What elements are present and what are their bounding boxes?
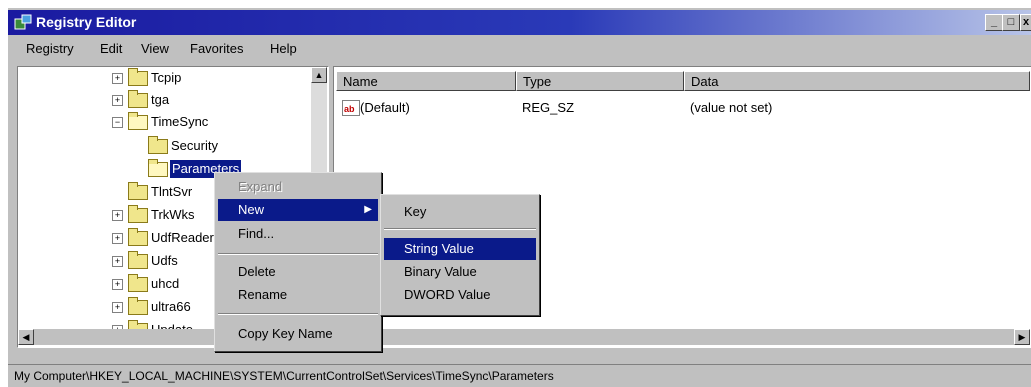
collapse-icon[interactable]: −: [112, 117, 123, 128]
registry-editor-icon: [14, 14, 32, 30]
submenu-item-string-value[interactable]: String Value: [384, 238, 536, 260]
expand-icon[interactable]: +: [112, 302, 123, 313]
open-folder-icon: [148, 159, 168, 177]
menu-item-delete[interactable]: Delete: [218, 261, 378, 283]
scroll-left-arrow-icon[interactable]: ◀: [18, 329, 34, 345]
menu-edit[interactable]: Edit: [100, 41, 122, 56]
menu-item-copy-key-name[interactable]: Copy Key Name: [218, 323, 378, 345]
tree-item-label: TlntSvr: [151, 184, 193, 199]
folder-icon: [128, 205, 148, 223]
column-header-name[interactable]: Name: [336, 71, 516, 91]
list-horizontal-scrollbar[interactable]: ◀ ▶: [334, 329, 1030, 345]
title-bar[interactable]: Registry Editor _ □ x: [8, 10, 1031, 35]
string-value-icon: ab: [342, 100, 360, 116]
tree-item-label: Udfs: [151, 253, 178, 268]
tree-item-tga[interactable]: + tga: [18, 89, 318, 111]
menu-item-new[interactable]: New ▶: [218, 199, 378, 221]
folder-icon: [128, 90, 148, 108]
expand-icon[interactable]: +: [112, 95, 123, 106]
value-row[interactable]: ab (Default) REG_SZ (value not set): [336, 97, 1026, 119]
tree-item-label: Security: [171, 138, 218, 153]
tree-item-timesync[interactable]: − TimeSync: [18, 111, 318, 133]
folder-icon: [148, 136, 168, 154]
tree-item-label: TrkWks: [151, 207, 195, 222]
column-header-data[interactable]: Data: [684, 71, 1030, 91]
submenu-item-dword-value[interactable]: DWORD Value: [384, 284, 536, 306]
submenu-item-key[interactable]: Key: [384, 201, 536, 223]
tree-item-security[interactable]: Security: [18, 135, 318, 157]
menu-view[interactable]: View: [141, 41, 169, 56]
expand-icon[interactable]: +: [112, 279, 123, 290]
tree-item-label: ultra66: [151, 299, 191, 314]
tree-item-label: UdfReader: [151, 230, 214, 245]
value-type: REG_SZ: [522, 100, 575, 115]
folder-icon: [128, 251, 148, 269]
context-menu: Expand New ▶ Find... Delete Rename Copy …: [214, 172, 382, 352]
close-button[interactable]: x: [1020, 14, 1031, 31]
value-data: (value not set): [690, 100, 773, 115]
expand-icon[interactable]: +: [112, 233, 123, 244]
window-title: Registry Editor: [36, 14, 137, 30]
status-bar: My Computer\HKEY_LOCAL_MACHINE\SYSTEM\Cu…: [8, 364, 1031, 387]
folder-icon: [128, 297, 148, 315]
menu-separator: [384, 228, 536, 230]
folder-icon: [128, 68, 148, 86]
svg-text:ab: ab: [344, 104, 355, 114]
menu-separator: [218, 313, 378, 315]
expand-icon[interactable]: +: [112, 256, 123, 267]
open-folder-icon: [128, 112, 148, 130]
menu-registry[interactable]: Registry: [26, 41, 74, 56]
tree-item-label: tga: [151, 92, 170, 107]
menu-separator: [218, 253, 378, 255]
new-submenu: Key String Value Binary Value DWORD Valu…: [380, 194, 540, 316]
tree-item-label: Tcpip: [151, 70, 182, 85]
tree-item-label: TimeSync: [151, 114, 209, 129]
menu-favorites[interactable]: Favorites: [190, 41, 243, 56]
status-path: My Computer\HKEY_LOCAL_MACHINE\SYSTEM\Cu…: [14, 369, 554, 383]
menu-help[interactable]: Help: [270, 41, 297, 56]
scroll-up-arrow-icon[interactable]: ▲: [311, 67, 327, 83]
menu-item-rename[interactable]: Rename: [218, 284, 378, 306]
submenu-arrow-icon: ▶: [364, 204, 372, 215]
tree-item-label: uhcd: [151, 276, 180, 291]
menu-item-find[interactable]: Find...: [218, 223, 378, 245]
folder-icon: [128, 182, 148, 200]
scroll-right-arrow-icon[interactable]: ▶: [1014, 329, 1030, 345]
menu-bar: Registry Edit View Favorites Help: [8, 36, 1031, 60]
tree-item-tcpip[interactable]: + Tcpip: [18, 67, 318, 89]
column-header-type[interactable]: Type: [516, 71, 684, 91]
maximize-button[interactable]: □: [1002, 14, 1020, 31]
expand-icon[interactable]: +: [112, 73, 123, 84]
menu-item-expand[interactable]: Expand: [218, 176, 378, 198]
value-name: (Default): [360, 100, 410, 115]
submenu-item-binary-value[interactable]: Binary Value: [384, 261, 536, 283]
folder-icon: [128, 228, 148, 246]
expand-icon[interactable]: +: [112, 210, 123, 221]
menu-item-new-label: New: [238, 202, 265, 217]
folder-icon: [128, 274, 148, 292]
minimize-button[interactable]: _: [985, 14, 1003, 31]
